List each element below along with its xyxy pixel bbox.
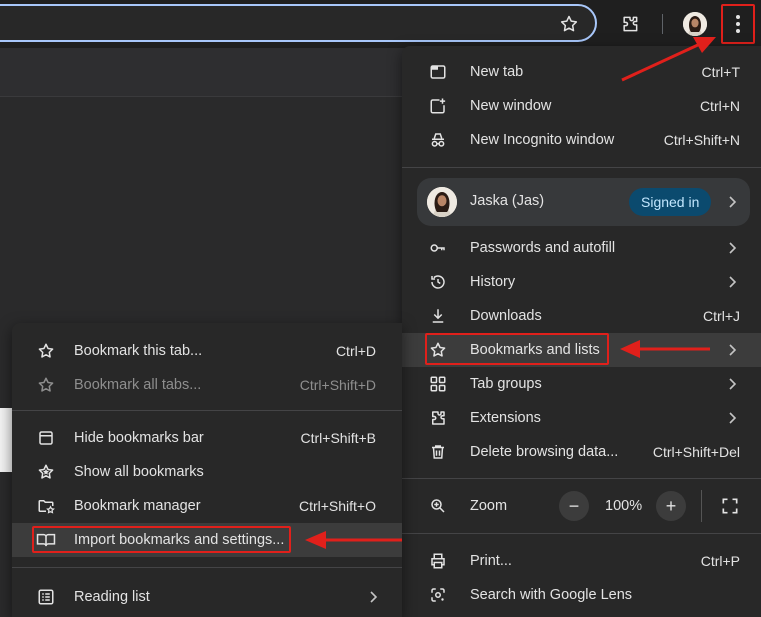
arrow-to-menu-button-icon [621, 37, 716, 82]
annotation-arrows [305, 37, 716, 549]
arrow-to-import-bookmarks-icon [305, 531, 402, 549]
arrow-to-bookmarks-and-lists-icon [620, 340, 710, 358]
